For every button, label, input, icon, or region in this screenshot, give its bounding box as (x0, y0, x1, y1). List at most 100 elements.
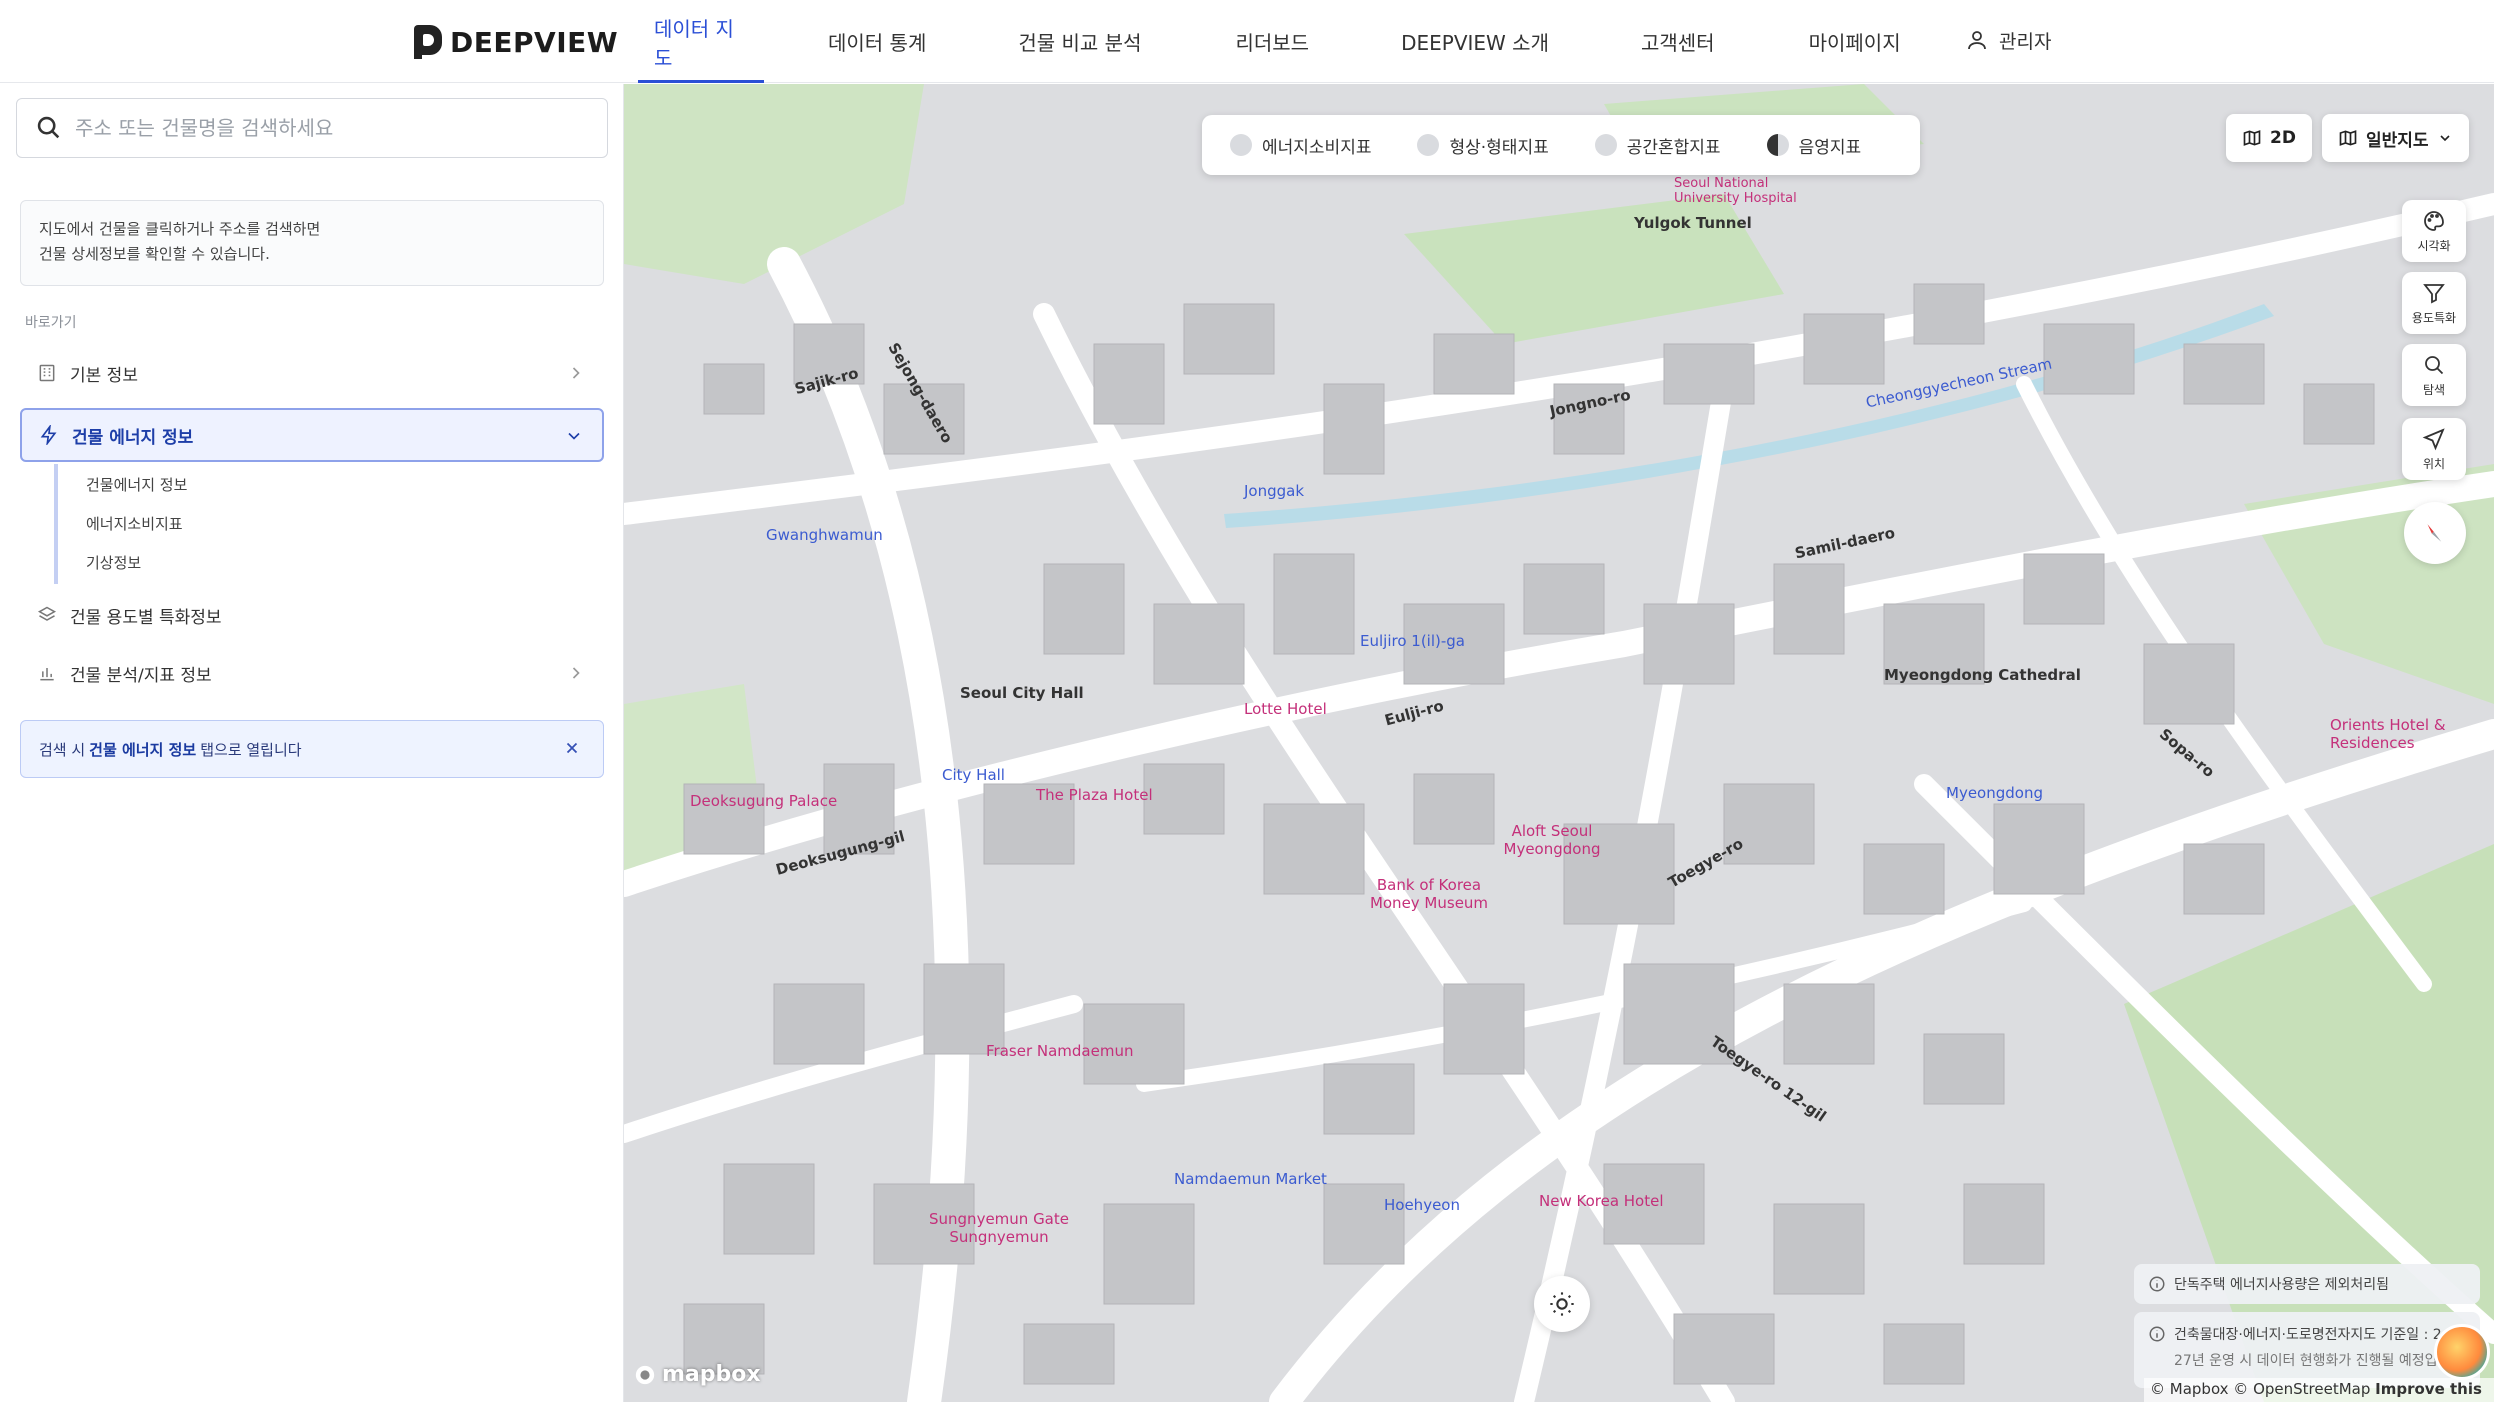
compass-icon (2427, 524, 2442, 542)
map-icon (2243, 130, 2261, 146)
map-icon (2339, 130, 2357, 146)
explore-tool[interactable]: 탐색 (2402, 344, 2466, 406)
map-attribution[interactable]: © Mapbox © OpenStreetMap Improve this ma… (2144, 1378, 2494, 1402)
assistant-avatar[interactable] (2434, 1324, 2490, 1380)
map-label: Myeongdong (1946, 784, 2043, 802)
map-label: Euljiro 1(il)-ga (1360, 632, 1465, 650)
explore-label: 탐색 (2422, 382, 2446, 397)
search-icon (37, 116, 60, 139)
contrast-icon (1766, 134, 1789, 156)
map-label: Orients Hotel & Residences (2330, 716, 2446, 752)
deepview-logo[interactable]: DEEPVIEW (414, 22, 618, 62)
layer-energy[interactable]: 에너지소비지표 (1230, 133, 1371, 158)
use-filter-tool[interactable]: 용도특화 (2402, 272, 2466, 334)
layer-mixed[interactable]: 공간혼합지표 (1594, 133, 1721, 158)
map-label: Gwanghwamun (766, 526, 883, 544)
search-icon (2425, 355, 2444, 374)
layer-shape[interactable]: 형상·형태지표 (1417, 133, 1549, 158)
menu-use-specific-label: 건물 용도별 특화정보 (70, 607, 222, 628)
map-label: Fraser Namdaemun (986, 1042, 1134, 1060)
submenu-weather[interactable]: 기상정보 (86, 552, 141, 573)
info-line-2: 건물 상세정보를 확인할 수 있습니다. (39, 245, 270, 263)
menu-basic-info[interactable]: 기본 정보 (20, 348, 604, 398)
map-label: Seoul City Hall (960, 684, 1084, 702)
shortcut-label: 바로가기 (25, 315, 77, 331)
map-label: Lotte Hotel (1244, 700, 1327, 718)
menu-analysis-index[interactable]: 건물 분석/지표 정보 (20, 648, 604, 698)
menu-energy-info[interactable]: 건물 에너지 정보 (20, 408, 604, 462)
close-icon[interactable] (563, 739, 581, 757)
visualize-tool[interactable]: 시각화 (2402, 200, 2466, 262)
map-type-label: 일반지도 (2366, 130, 2429, 151)
logo-text: DEEPVIEW (450, 25, 619, 59)
search-input[interactable] (75, 116, 595, 140)
map-label: Bank of Korea Money Museum (1369, 876, 1489, 912)
main-nav: 데이터 지도 데이터 통계 건물 비교 분석 리더보드 DEEPVIEW 소개 … (638, 0, 1901, 83)
mapbox-icon (635, 1365, 655, 1384)
submenu-building-energy[interactable]: 건물에너지 정보 (86, 474, 187, 495)
sun-icon (1550, 1292, 1574, 1316)
search-box[interactable] (16, 98, 608, 158)
nav-data-map[interactable]: 데이터 지도 (638, 0, 764, 83)
chevron-right-icon (572, 667, 580, 679)
hexagon-icon (1417, 134, 1440, 156)
layer-shade[interactable]: 음영지표 (1766, 133, 1862, 158)
notice-prefix: 검색 시 (39, 740, 86, 759)
toast-data-date-line2: 27년 운영 시 데이터 현행화가 진행될 예정입 (2174, 1353, 2438, 1369)
menu-use-specific[interactable]: 건물 용도별 특화정보 (20, 590, 604, 640)
map-label: Aloft Seoul Myeongdong (1503, 822, 1601, 858)
map-label: Seoul National University Hospital (1674, 176, 1797, 206)
menu-energy-info-label: 건물 에너지 정보 (72, 427, 194, 448)
map-label: Myeongdong Cathedral (1884, 666, 2081, 684)
chevron-down-icon (2439, 135, 2450, 142)
user-icon (1968, 31, 1986, 50)
map-type-button[interactable]: 일반지도 (2322, 114, 2469, 162)
menu-basic-info-label: 기본 정보 (70, 365, 138, 386)
view-2d-button[interactable]: 2D (2226, 114, 2312, 162)
location-arrow-icon (2422, 427, 2445, 450)
map-label: Yulgok Tunnel (1634, 214, 1752, 232)
visualize-label: 시각화 (2417, 238, 2451, 253)
layer-shape-label: 형상·형태지표 (1449, 137, 1549, 158)
submenu-energy-index[interactable]: 에너지소비지표 (86, 513, 183, 534)
use-filter-label: 용도특화 (2411, 310, 2457, 325)
nav-support[interactable]: 고객센터 (1641, 0, 1715, 83)
info-icon (2149, 1276, 2165, 1292)
nav-leaderboard[interactable]: 리더보드 (1235, 0, 1309, 83)
notice-bold: 건물 에너지 정보 (89, 740, 197, 759)
layer-selector: 에너지소비지표 형상·형태지표 공간혼합지표 음영지표 (1202, 115, 1920, 175)
lightning-icon (38, 424, 60, 446)
map-label: City Hall (942, 766, 1005, 784)
compass-button[interactable] (2404, 502, 2466, 564)
layers-icon (36, 604, 58, 626)
logo-mark-icon (414, 25, 442, 59)
top-header: DEEPVIEW 데이터 지도 데이터 통계 건물 비교 분석 리더보드 DEE… (0, 0, 2494, 83)
nav-about[interactable]: DEEPVIEW 소개 (1401, 0, 1549, 83)
map-label: Jonggak (1244, 482, 1305, 500)
lightning-icon (1230, 134, 1252, 156)
location-label: 위치 (2422, 456, 2446, 471)
map-label: The Plaza Hotel (1036, 786, 1153, 804)
menu-analysis-index-label: 건물 분석/지표 정보 (70, 665, 212, 686)
layer-shade-label: 음영지표 (1798, 137, 1862, 158)
toast-data-date-line1: 건축물대장·에너지·도로명전자지도 기준일 : 2 (2174, 1327, 2442, 1343)
nav-building-compare[interactable]: 건물 비교 분석 (1018, 0, 1141, 83)
user-menu[interactable]: 관리자 (1965, 0, 2051, 80)
nav-data-stats[interactable]: 데이터 통계 (828, 0, 926, 83)
info-box: 지도에서 건물을 클릭하거나 주소를 검색하면 건물 상세정보를 확인할 수 있… (20, 200, 604, 286)
chevron-down-icon (568, 432, 580, 440)
toast-exclusion: 단독주택 에너지사용량은 제외처리됨 (2134, 1264, 2480, 1304)
info-icon (2149, 1326, 2165, 1342)
map-label: New Korea Hotel (1539, 1192, 1664, 1210)
map-view[interactable]: Yulgok Tunnel Seoul National University … (624, 84, 2494, 1402)
building-icon (36, 362, 58, 384)
map-label: Hoehyeon (1384, 1196, 1460, 1214)
mapbox-logo[interactable]: mapbox (634, 1362, 761, 1387)
nav-mypage[interactable]: 마이페이지 (1809, 0, 1901, 83)
mapbox-text: mapbox (662, 1362, 761, 1387)
notice-banner: 검색 시 건물 에너지 정보 탭으로 열립니다 (20, 720, 604, 778)
sunlight-button[interactable] (1534, 1276, 1590, 1332)
location-tool[interactable]: 위치 (2402, 418, 2466, 480)
attribution-text: © Mapbox © OpenStreetMap (2150, 1380, 2371, 1398)
palette-icon (2424, 210, 2444, 231)
